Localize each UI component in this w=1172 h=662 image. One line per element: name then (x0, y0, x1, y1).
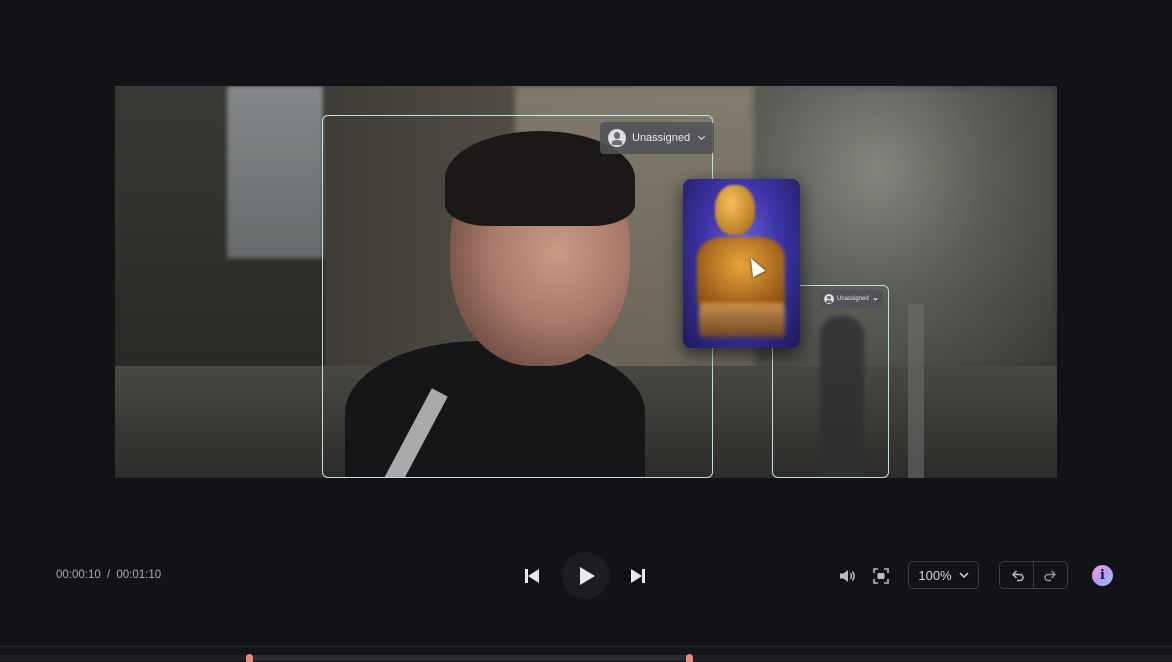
undo-redo-group (999, 561, 1068, 589)
time-display: 00:00:10 / 00:01:10 (56, 569, 161, 581)
undo-button[interactable] (1000, 562, 1033, 588)
user-avatar-icon (824, 294, 834, 304)
skip-next-icon (631, 569, 643, 583)
background-window (227, 86, 323, 258)
current-time: 00:00:10 (56, 569, 101, 581)
redo-icon (1043, 570, 1056, 582)
info-button[interactable]: i (1092, 565, 1113, 586)
total-time: 00:01:10 (116, 569, 162, 581)
assignee-dropdown[interactable]: Unassigned (600, 122, 715, 154)
thumbnail-title-art (699, 303, 785, 337)
zoom-value: 100% (918, 567, 952, 583)
timeline-selected-range[interactable] (250, 655, 689, 661)
bounding-box-person[interactable] (322, 115, 713, 478)
background-pole (908, 304, 924, 478)
chevron-down-icon (873, 295, 878, 301)
chevron-down-icon (698, 132, 706, 141)
fit-screen-button[interactable] (871, 567, 891, 585)
assignee-label: Unassigned (632, 132, 691, 144)
play-button[interactable] (562, 552, 609, 599)
undo-icon (1011, 570, 1024, 582)
assignee-label: Unassigned (837, 296, 869, 302)
skip-previous-button[interactable] (521, 565, 543, 587)
timeline-end-handle[interactable] (686, 654, 693, 662)
robot-body (697, 237, 785, 307)
assignee-dropdown-small[interactable]: Unassigned (820, 290, 883, 308)
redo-button[interactable] (1033, 562, 1067, 588)
dragged-thumbnail[interactable] (683, 179, 800, 348)
user-avatar-icon (608, 129, 626, 147)
info-icon: i (1100, 568, 1105, 583)
chevron-down-icon (959, 572, 969, 578)
timeline[interactable] (0, 646, 1172, 662)
play-icon (580, 566, 595, 585)
zoom-select[interactable]: 100% (908, 561, 979, 589)
fit-screen-icon (873, 568, 889, 584)
volume-icon (840, 570, 855, 582)
timeline-start-handle[interactable] (246, 654, 253, 662)
volume-button[interactable] (837, 567, 857, 585)
skip-next-button[interactable] (627, 565, 649, 587)
robot-head (715, 185, 755, 235)
time-separator: / (106, 569, 111, 581)
